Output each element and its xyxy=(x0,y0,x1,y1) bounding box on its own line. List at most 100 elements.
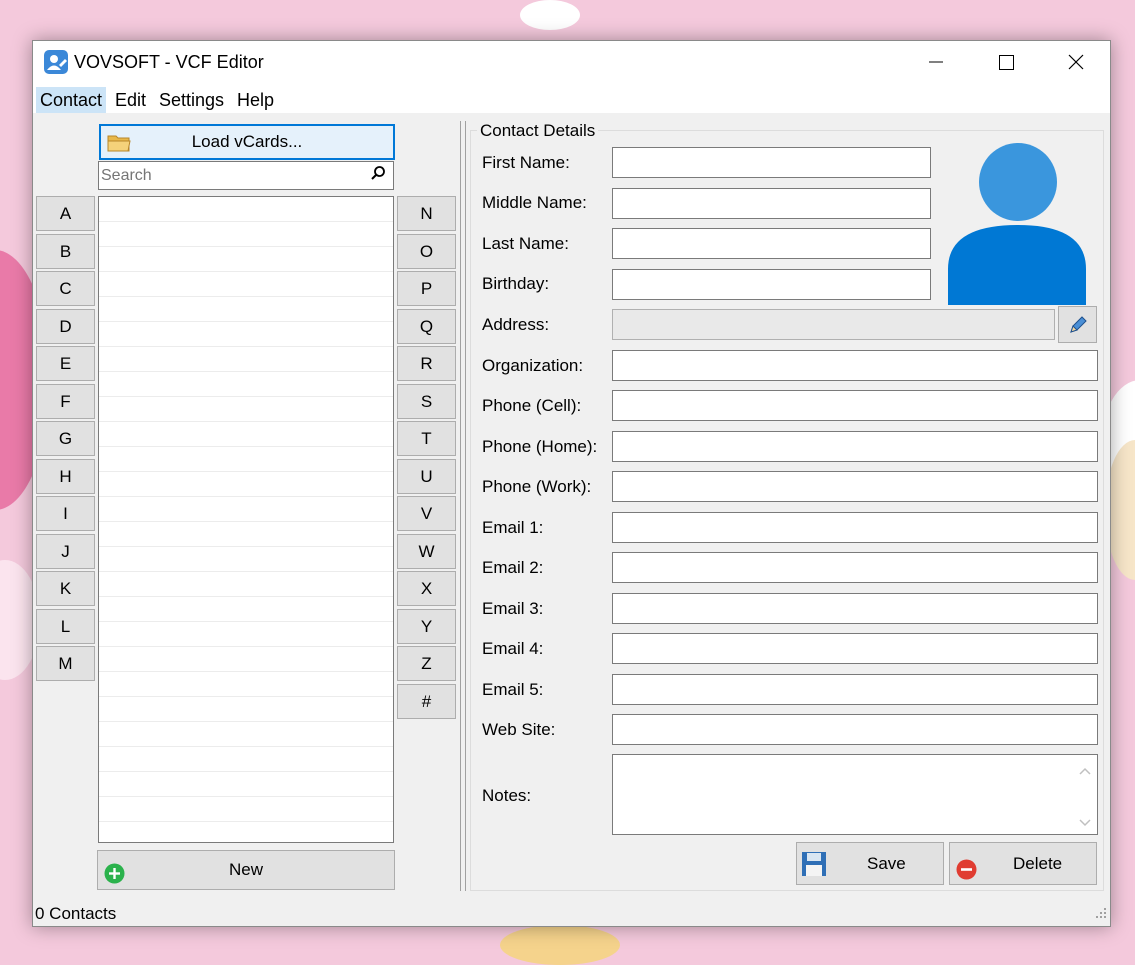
first-name-field[interactable] xyxy=(612,147,931,178)
contact-count: 0 Contacts xyxy=(35,904,117,923)
letter-button-hash[interactable]: # xyxy=(397,683,456,719)
list-row xyxy=(99,447,393,472)
person-avatar-icon[interactable] xyxy=(945,141,1087,305)
contact-list[interactable] xyxy=(98,196,394,843)
menu-edit[interactable]: Edit xyxy=(111,87,150,113)
letter-button-x[interactable]: X xyxy=(397,571,456,606)
menu-settings[interactable]: Settings xyxy=(155,87,228,113)
list-row xyxy=(99,797,393,822)
email5-field[interactable] xyxy=(612,674,1098,705)
delete-label: Delete xyxy=(1013,854,1063,873)
email3-label: Email 3: xyxy=(482,599,544,618)
phone-home-field[interactable] xyxy=(612,431,1098,462)
menu-help[interactable]: Help xyxy=(233,87,278,113)
window-title: VOVSOFT - VCF Editor xyxy=(74,52,264,72)
email1-field[interactable] xyxy=(612,512,1098,543)
organization-field[interactable] xyxy=(612,350,1098,381)
middle-name-label: Middle Name: xyxy=(482,193,587,212)
list-row xyxy=(99,347,393,372)
contact-details-title: Contact Details xyxy=(477,121,599,141)
website-field[interactable] xyxy=(612,714,1098,745)
search-input[interactable] xyxy=(101,164,361,187)
phone-home-label: Phone (Home): xyxy=(482,437,598,456)
website-label: Web Site: xyxy=(482,720,556,739)
letter-button-k[interactable]: K xyxy=(36,571,95,606)
close-button[interactable] xyxy=(1041,41,1111,83)
edit-address-button[interactable] xyxy=(1058,306,1097,343)
letter-button-s[interactable]: S xyxy=(397,383,456,419)
letter-button-p[interactable]: P xyxy=(397,271,456,306)
address-field[interactable] xyxy=(612,309,1055,340)
letter-button-w[interactable]: W xyxy=(397,533,456,569)
app-window: VOVSOFT - VCF Editor Contact Edit Settin… xyxy=(32,40,1111,927)
list-row xyxy=(99,597,393,622)
letter-button-f[interactable]: F xyxy=(36,383,95,419)
list-row xyxy=(99,747,393,772)
letter-button-u[interactable]: U xyxy=(397,458,456,494)
last-name-field[interactable] xyxy=(612,228,931,259)
scroll-up-icon[interactable] xyxy=(1079,763,1091,781)
menu-bar: Contact Edit Settings Help xyxy=(33,83,1110,113)
letter-button-e[interactable]: E xyxy=(36,346,95,381)
list-row xyxy=(99,697,393,722)
list-row xyxy=(99,772,393,797)
letter-button-m[interactable]: M xyxy=(36,646,95,681)
list-row xyxy=(99,247,393,272)
notes-scrollbar[interactable] xyxy=(1073,755,1097,834)
resize-grip-icon[interactable] xyxy=(1095,906,1107,924)
delete-button[interactable]: Delete xyxy=(949,842,1097,885)
phone-cell-field[interactable] xyxy=(612,390,1098,421)
save-label: Save xyxy=(867,854,906,873)
letter-button-g[interactable]: G xyxy=(36,421,95,456)
letter-button-q[interactable]: Q xyxy=(397,308,456,344)
list-row xyxy=(99,622,393,647)
list-row xyxy=(99,297,393,322)
menu-contact[interactable]: Contact xyxy=(36,87,107,113)
list-row xyxy=(99,672,393,697)
letter-button-t[interactable]: T xyxy=(397,421,456,456)
email5-label: Email 5: xyxy=(482,680,544,699)
notes-field[interactable] xyxy=(612,754,1098,835)
letter-button-d[interactable]: D xyxy=(36,308,95,344)
email4-label: Email 4: xyxy=(482,639,544,658)
panel-splitter[interactable] xyxy=(460,121,466,891)
address-label: Address: xyxy=(482,315,550,334)
scroll-down-icon[interactable] xyxy=(1079,815,1091,833)
floppy-disk-icon xyxy=(801,851,827,892)
search-icon[interactable] xyxy=(370,165,386,188)
list-row xyxy=(99,422,393,447)
letter-button-c[interactable]: C xyxy=(36,271,95,306)
save-button[interactable]: Save xyxy=(796,842,944,885)
birthday-label: Birthday: xyxy=(482,274,550,293)
letter-button-r[interactable]: R xyxy=(397,346,456,381)
email4-field[interactable] xyxy=(612,633,1098,664)
new-contact-button[interactable]: New xyxy=(97,850,395,890)
letter-button-l[interactable]: L xyxy=(36,608,95,644)
email1-label: Email 1: xyxy=(482,518,544,537)
letter-button-i[interactable]: I xyxy=(36,496,95,531)
letter-button-v[interactable]: V xyxy=(397,496,456,531)
letter-button-b[interactable]: B xyxy=(36,233,95,269)
list-row xyxy=(99,272,393,297)
status-bar: 0 Contacts xyxy=(33,899,1110,926)
birthday-field[interactable] xyxy=(612,269,931,300)
letter-button-a[interactable]: A xyxy=(36,196,95,231)
letter-button-j[interactable]: J xyxy=(36,533,95,569)
list-row xyxy=(99,547,393,572)
maximize-button[interactable] xyxy=(971,41,1041,83)
email2-field[interactable] xyxy=(612,552,1098,583)
list-row xyxy=(99,572,393,597)
minimize-button[interactable] xyxy=(901,41,971,83)
letter-button-h[interactable]: H xyxy=(36,458,95,494)
middle-name-field[interactable] xyxy=(612,188,931,219)
load-vcards-button[interactable]: Load vCards... xyxy=(99,124,395,160)
letter-button-z[interactable]: Z xyxy=(397,646,456,681)
list-row xyxy=(99,372,393,397)
letter-button-y[interactable]: Y xyxy=(397,608,456,644)
pencil-icon xyxy=(1067,314,1089,341)
letter-button-n[interactable]: N xyxy=(397,196,456,231)
email3-field[interactable] xyxy=(612,593,1098,624)
plus-circle-icon xyxy=(104,860,125,898)
letter-button-o[interactable]: O xyxy=(397,233,456,269)
phone-work-field[interactable] xyxy=(612,471,1098,502)
